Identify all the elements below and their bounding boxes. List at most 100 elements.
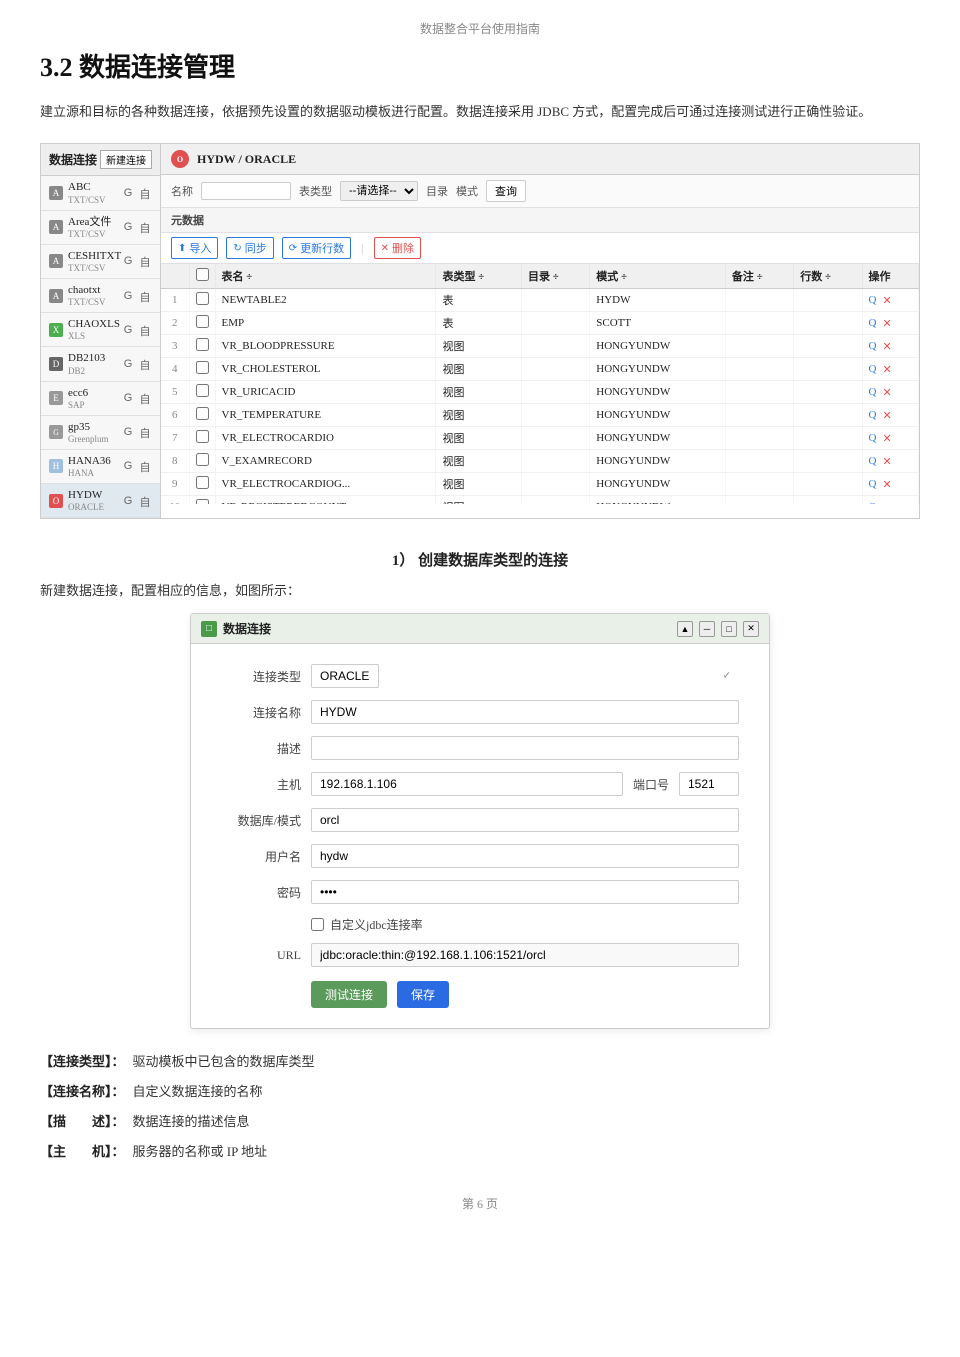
row-query-icon[interactable]: Q <box>869 386 877 398</box>
dialog-close-button[interactable]: ✕ <box>743 621 759 637</box>
row-checkbox[interactable] <box>189 289 215 312</box>
desc-input[interactable] <box>311 736 739 760</box>
edit-db2103-button[interactable]: G <box>121 357 135 371</box>
delete-db2103-button[interactable]: 自 <box>138 357 152 371</box>
row-query-icon[interactable]: Q <box>869 317 877 329</box>
row-query-icon[interactable]: Q <box>869 409 877 421</box>
row-query-icon[interactable]: Q <box>869 363 877 375</box>
row-query-icon[interactable]: Q <box>869 478 877 490</box>
row-checkbox[interactable] <box>189 404 215 427</box>
edit-area-button[interactable]: G <box>121 220 135 234</box>
row-remark <box>725 312 793 335</box>
col-catalog[interactable]: 目录 ÷ <box>521 264 589 289</box>
url-input[interactable] <box>311 943 739 967</box>
sync-button[interactable]: ↻ 同步 <box>226 237 273 259</box>
delete-area-button[interactable]: 自 <box>138 220 152 234</box>
row-type: 视图 <box>436 404 521 427</box>
row-checkbox[interactable] <box>189 427 215 450</box>
row-delete-icon[interactable]: ✕ <box>882 363 891 376</box>
row-query-icon[interactable]: Q <box>869 294 877 306</box>
sidebar-item-area[interactable]: A Area文件 TXT/CSV G 自 <box>41 211 160 245</box>
row-delete-icon[interactable]: ✕ <box>882 317 891 330</box>
dialog-minimize-button[interactable]: ▲ <box>677 621 693 637</box>
save-connection-button[interactable]: 保存 <box>397 981 449 1008</box>
sidebar-item-ecc6[interactable]: E ecc6 SAP G 自 <box>41 382 160 416</box>
row-checkbox[interactable] <box>189 335 215 358</box>
toolbar-query-button[interactable]: 查询 <box>486 180 526 202</box>
dialog-restore-button[interactable]: □ <box>721 621 737 637</box>
sidebar-item-abc[interactable]: A ABC TXT/CSV G 自 <box>41 176 160 210</box>
col-schema[interactable]: 模式 ÷ <box>590 264 726 289</box>
port-input[interactable] <box>679 772 739 796</box>
sidebar-item-hana36[interactable]: H HANA36 HANA G 自 <box>41 450 160 484</box>
edit-chaotxt-button[interactable]: G <box>121 289 135 303</box>
row-delete-icon[interactable]: ✕ <box>882 340 891 353</box>
row-checkbox[interactable] <box>189 473 215 496</box>
row-actions: Q ✕ <box>862 289 918 312</box>
row-checkbox[interactable] <box>189 358 215 381</box>
sidebar-item-chaotxt[interactable]: A chaotxt TXT/CSV G 自 <box>41 279 160 313</box>
password-input[interactable] <box>311 880 739 904</box>
test-connection-button[interactable]: 测试连接 <box>311 981 387 1008</box>
sidebar-item-icon-hydw: O <box>49 494 63 508</box>
delete-ceshitxt-button[interactable]: 自 <box>138 254 152 268</box>
edit-chaoxls-button[interactable]: G <box>121 323 135 337</box>
refresh-button[interactable]: ⟳ 更新行数 <box>282 237 351 259</box>
username-input[interactable] <box>311 844 739 868</box>
row-delete-icon[interactable]: ✕ <box>882 432 891 445</box>
edit-gp35-button[interactable]: G <box>121 425 135 439</box>
delete-gp35-button[interactable]: 自 <box>138 425 152 439</box>
col-type[interactable]: 表类型 ÷ <box>436 264 521 289</box>
delete-hana36-button[interactable]: 自 <box>138 459 152 473</box>
row-checkbox[interactable] <box>189 496 215 505</box>
sidebar-item-gp35[interactable]: G gp35 Greenplum G 自 <box>41 416 160 450</box>
desc-label: 描述 <box>221 740 301 757</box>
delete-chaoxls-button[interactable]: 自 <box>138 323 152 337</box>
sidebar-item-chaoxls[interactable]: X CHAOXLS XLS G 自 <box>41 313 160 347</box>
host-input[interactable] <box>311 772 623 796</box>
col-name[interactable]: 表名 ÷ <box>215 264 436 289</box>
row-no: 8 <box>161 450 189 473</box>
edit-ecc6-button[interactable]: G <box>121 391 135 405</box>
row-no: 10 <box>161 496 189 505</box>
row-checkbox[interactable] <box>189 450 215 473</box>
row-query-icon[interactable]: Q <box>869 340 877 352</box>
col-rows[interactable]: 行数 ÷ <box>794 264 862 289</box>
row-delete-icon[interactable]: ✕ <box>882 409 891 422</box>
delete-chaotxt-button[interactable]: 自 <box>138 289 152 303</box>
col-remark[interactable]: 备注 ÷ <box>725 264 793 289</box>
row-delete-icon[interactable]: ✕ <box>882 294 891 307</box>
row-query-icon[interactable]: Q <box>869 455 877 467</box>
row-checkbox[interactable] <box>189 312 215 335</box>
toolbar-type-select[interactable]: --请选择-- 表 视图 <box>340 181 418 201</box>
db-schema-input[interactable] <box>311 808 739 832</box>
select-all-checkbox[interactable] <box>196 268 209 281</box>
delete-button[interactable]: ✕ 删除 <box>374 237 421 259</box>
delete-ecc6-button[interactable]: 自 <box>138 391 152 405</box>
edit-abc-button[interactable]: G <box>121 186 135 200</box>
edit-hana36-button[interactable]: G <box>121 459 135 473</box>
sidebar-item-db2103[interactable]: D DB2103 DB2 G 自 <box>41 347 160 381</box>
row-query-icon[interactable]: Q <box>869 501 877 504</box>
conn-name-input[interactable] <box>311 700 739 724</box>
custom-jdbc-label: 自定义jdbc连接率 <box>330 916 423 933</box>
new-connection-button[interactable]: 新建连接 <box>100 150 152 169</box>
dialog-maximize-button[interactable]: ─ <box>699 621 715 637</box>
row-query-icon[interactable]: Q <box>869 432 877 444</box>
edit-ceshitxt-button[interactable]: G <box>121 254 135 268</box>
custom-jdbc-checkbox[interactable] <box>311 918 324 931</box>
import-button[interactable]: ⬆ 导入 <box>171 237 218 259</box>
row-checkbox[interactable] <box>189 381 215 404</box>
row-delete-icon[interactable]: ✕ <box>882 501 891 505</box>
sidebar-item-ceshitxt[interactable]: A CESHITXT TXT/CSV G 自 <box>41 245 160 279</box>
row-actions: Q ✕ <box>862 427 918 450</box>
conn-type-select[interactable]: ORACLE <box>311 664 379 688</box>
sidebar-item-hydw[interactable]: O HYDW ORACLE G 自 <box>41 484 160 518</box>
row-delete-icon[interactable]: ✕ <box>882 478 891 491</box>
delete-hydw-button[interactable]: 自 <box>138 494 152 508</box>
delete-abc-button[interactable]: 自 <box>138 186 152 200</box>
row-delete-icon[interactable]: ✕ <box>882 455 891 468</box>
edit-hydw-button[interactable]: G <box>121 494 135 508</box>
toolbar-name-input[interactable] <box>201 182 291 200</box>
row-delete-icon[interactable]: ✕ <box>882 386 891 399</box>
